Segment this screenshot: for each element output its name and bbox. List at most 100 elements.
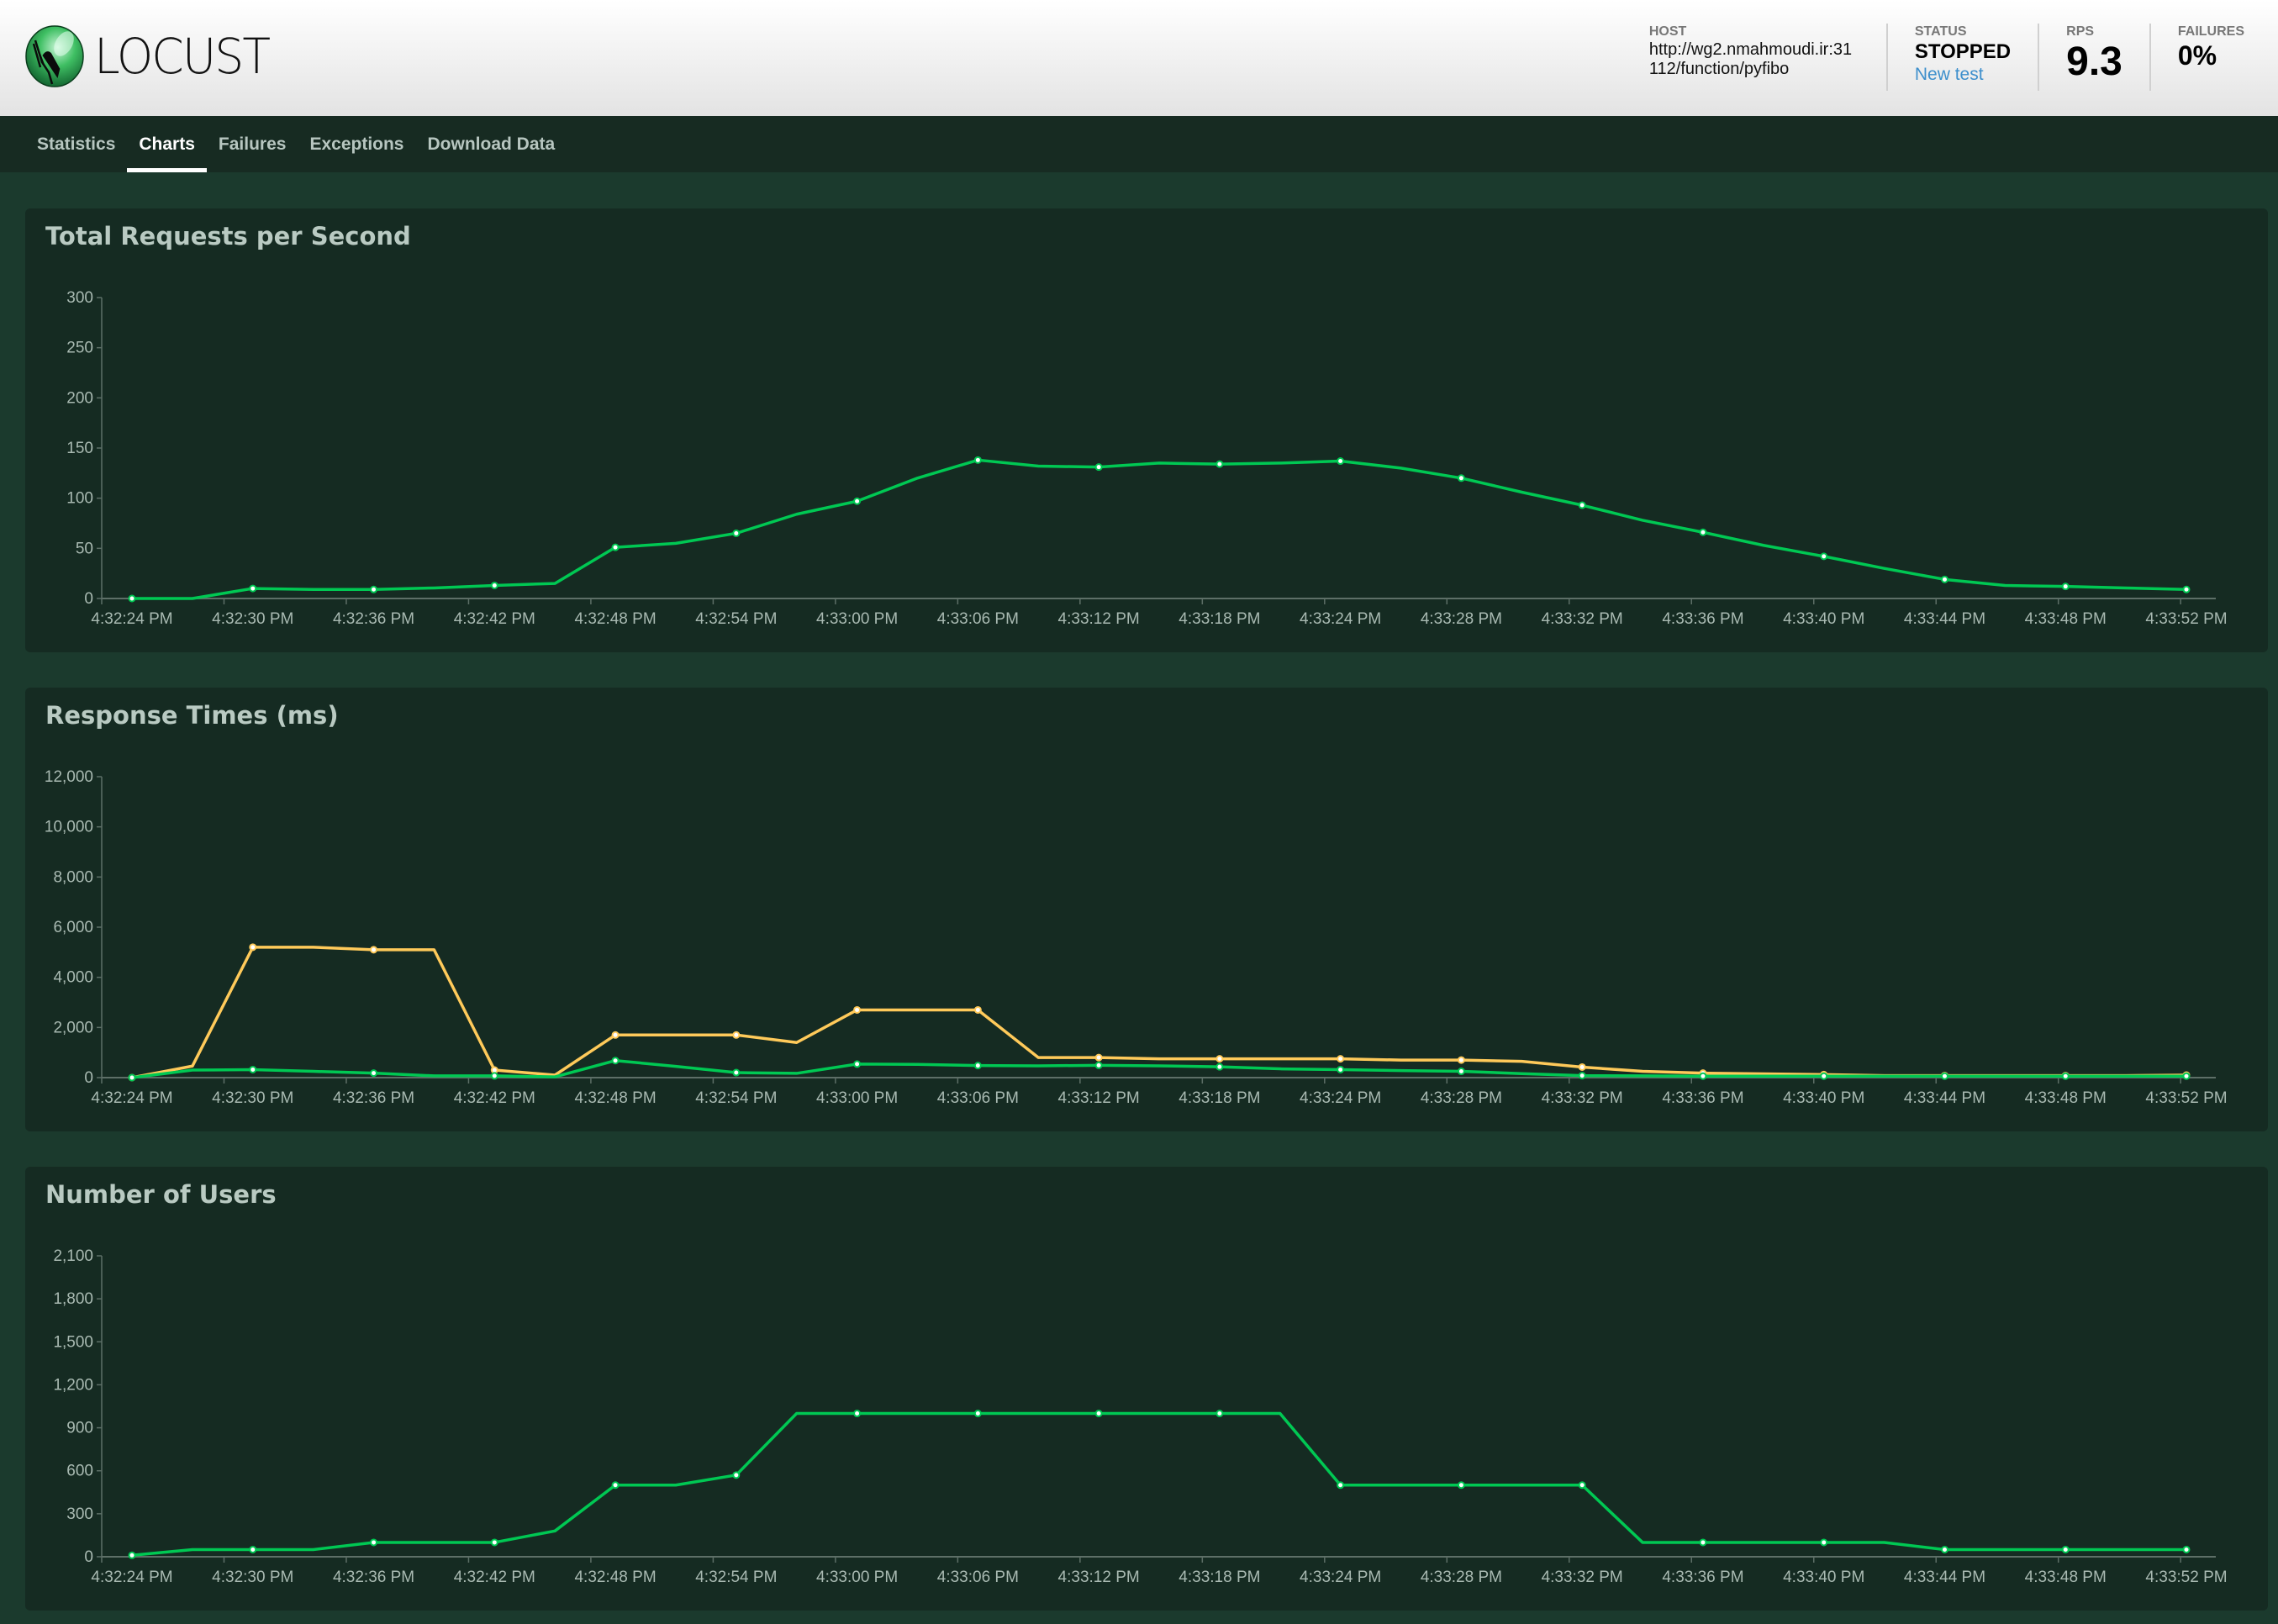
data-point[interactable] [732, 529, 741, 537]
data-point[interactable] [1094, 463, 1103, 472]
status-label: STATUS [1914, 24, 1967, 39]
y-tick-label: 300 [66, 289, 93, 307]
data-point[interactable] [973, 456, 982, 464]
x-tick-label: 4:33:12 PM [1058, 610, 1140, 628]
data-point[interactable] [1215, 1055, 1224, 1063]
data-point[interactable] [1215, 1062, 1224, 1071]
data-point[interactable] [128, 1551, 136, 1559]
status-value: STOPPED [1914, 40, 2012, 63]
x-tick-label: 4:33:24 PM [1300, 610, 1381, 628]
data-point[interactable] [973, 1410, 982, 1418]
data-point[interactable] [611, 1057, 620, 1065]
data-point[interactable] [1215, 460, 1224, 468]
data-point[interactable] [370, 585, 378, 593]
data-point[interactable] [1094, 1053, 1103, 1062]
host-stat: HOST http://wg2.nmahmoudi.ir:31112/funct… [1622, 24, 1888, 91]
data-point[interactable] [249, 1065, 257, 1073]
data-point[interactable] [1457, 1068, 1465, 1076]
x-tick-label: 4:33:06 PM [937, 1569, 1019, 1586]
data-point[interactable] [1820, 1072, 1828, 1080]
data-point[interactable] [1457, 1481, 1465, 1490]
data-point[interactable] [853, 1060, 862, 1068]
tab-charts[interactable]: Charts [127, 116, 207, 172]
data-point[interactable] [2061, 1072, 2070, 1080]
data-point[interactable] [1337, 1055, 1345, 1063]
y-tick-label: 4,000 [53, 969, 93, 987]
locust-insect-icon [25, 25, 84, 87]
data-point[interactable] [611, 543, 620, 551]
data-point[interactable] [1940, 1545, 1948, 1553]
data-point[interactable] [490, 1538, 498, 1547]
data-point[interactable] [732, 1031, 741, 1039]
data-point[interactable] [1578, 1062, 1586, 1071]
data-point[interactable] [1215, 1410, 1224, 1418]
y-tick-label: 300 [66, 1505, 93, 1523]
data-point[interactable] [1457, 1056, 1465, 1064]
x-tick-label: 4:33:12 PM [1058, 1089, 1140, 1107]
data-point[interactable] [853, 497, 862, 505]
data-point[interactable] [611, 1031, 620, 1039]
y-tick-label: 2,100 [53, 1247, 93, 1265]
data-point[interactable] [2182, 1545, 2191, 1553]
data-point[interactable] [1094, 1061, 1103, 1069]
y-tick-label: 200 [66, 389, 93, 407]
data-point[interactable] [128, 1073, 136, 1082]
x-tick-label: 4:32:48 PM [574, 1089, 656, 1107]
data-point[interactable] [249, 1545, 257, 1553]
data-point[interactable] [732, 1471, 741, 1479]
data-point[interactable] [370, 946, 378, 954]
data-point[interactable] [1699, 1072, 1707, 1080]
x-tick-label: 4:32:42 PM [454, 610, 535, 628]
data-point[interactable] [973, 1062, 982, 1070]
x-tick-label: 4:33:36 PM [1662, 610, 1743, 628]
data-point[interactable] [1578, 1072, 1586, 1080]
data-point[interactable] [1820, 1538, 1828, 1547]
data-point[interactable] [249, 943, 257, 952]
data-point[interactable] [973, 1005, 982, 1014]
locust-logo[interactable]: LOCUST [24, 25, 278, 87]
data-point[interactable] [1337, 1481, 1345, 1490]
data-point[interactable] [732, 1068, 741, 1077]
data-point[interactable] [853, 1410, 862, 1418]
data-point[interactable] [611, 1481, 620, 1490]
tab-failures[interactable]: Failures [207, 116, 298, 172]
x-tick-label: 4:32:30 PM [212, 1089, 293, 1107]
new-test-link[interactable]: New test [1915, 64, 2011, 86]
y-tick-label: 1,200 [53, 1376, 93, 1394]
data-point[interactable] [249, 584, 257, 593]
x-tick-label: 4:32:36 PM [333, 610, 414, 628]
data-point[interactable] [490, 581, 498, 589]
data-point[interactable] [1699, 528, 1707, 536]
data-point[interactable] [1699, 1538, 1707, 1547]
x-tick-label: 4:32:54 PM [695, 1089, 777, 1107]
data-point[interactable] [128, 594, 136, 603]
x-tick-label: 4:33:28 PM [1421, 1569, 1502, 1586]
failures-label: FAILURES [2177, 24, 2244, 39]
data-point[interactable] [370, 1069, 378, 1078]
data-point[interactable] [1940, 1072, 1948, 1080]
tab-download-data[interactable]: Download Data [416, 116, 567, 172]
x-tick-label: 4:32:36 PM [333, 1569, 414, 1586]
series-line-95-percentile [131, 946, 2187, 1079]
data-point[interactable] [1337, 457, 1345, 466]
data-point[interactable] [1940, 575, 1948, 583]
series-line-median-response-time [131, 1058, 2186, 1079]
data-point[interactable] [2061, 583, 2070, 591]
data-point[interactable] [2182, 585, 2191, 593]
x-tick-label: 4:33:48 PM [2025, 1569, 2107, 1586]
tab-exceptions[interactable]: Exceptions [298, 116, 415, 172]
data-point[interactable] [853, 1005, 862, 1014]
data-point[interactable] [1457, 474, 1465, 482]
data-point[interactable] [1337, 1065, 1345, 1073]
data-point[interactable] [1820, 552, 1828, 561]
tab-statistics[interactable]: Statistics [25, 116, 127, 172]
x-tick-label: 4:33:32 PM [1542, 610, 1623, 628]
data-point[interactable] [490, 1072, 498, 1080]
data-point[interactable] [1094, 1410, 1103, 1418]
x-tick-label: 4:33:44 PM [1904, 1569, 1985, 1586]
data-point[interactable] [1578, 501, 1586, 509]
data-point[interactable] [2182, 1072, 2191, 1080]
data-point[interactable] [370, 1538, 378, 1547]
data-point[interactable] [1578, 1481, 1586, 1490]
data-point[interactable] [2061, 1545, 2070, 1553]
